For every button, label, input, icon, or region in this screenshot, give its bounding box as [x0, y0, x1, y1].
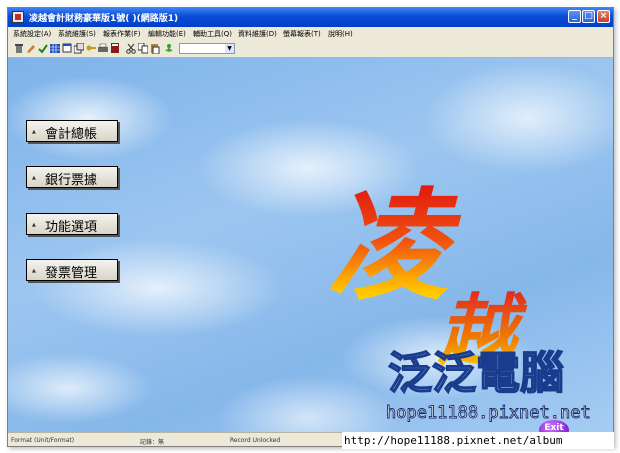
invoice-management-button[interactable]: ▲ 發票管理 — [26, 259, 118, 281]
menu-system-maintenance[interactable]: 系統維護(S) — [58, 29, 96, 39]
exit-label: Exit — [544, 423, 564, 432]
minimize-button[interactable]: _ — [568, 10, 581, 23]
bullet-icon: ▲ — [32, 129, 36, 135]
general-ledger-label: 會計總帳 — [45, 127, 98, 142]
menu-data-maintenance[interactable]: 資料維護(D) — [238, 29, 277, 39]
calculator-icon[interactable] — [110, 43, 120, 54]
run-icon[interactable] — [164, 43, 174, 54]
menu-edit-functions[interactable]: 編輯功能(E) — [148, 29, 186, 39]
brand-name: 泛泛電腦 — [388, 348, 564, 399]
watermark-url: http://hope11188.pixnet.net/album — [342, 432, 614, 449]
main-area: ▲ 會計總帳 ▲ 銀行票據 ▲ 功能選項 ▲ 發票管理 凌 越 泛泛電腦 hop… — [8, 58, 613, 432]
edit-icon[interactable] — [26, 43, 36, 54]
chevron-down-icon[interactable]: ▼ — [225, 44, 234, 53]
status-lock: Record Unlocked — [230, 437, 281, 444]
menu-system-settings[interactable]: 系統設定(A) — [13, 29, 51, 39]
menu-assist-tools[interactable]: 輔助工具(Q) — [193, 29, 232, 39]
bank-notes-button[interactable]: ▲ 銀行票據 — [26, 166, 118, 188]
title-bar[interactable]: 凌越會計財務豪華版1號( )(網路版1) _ □ × — [8, 8, 613, 27]
menu-screen-reports[interactable]: 螢幕報表(T) — [283, 29, 321, 39]
window-icon[interactable] — [62, 43, 72, 54]
app-window: 凌越會計財務豪華版1號( )(網路版1) _ □ × 系統設定(A) 系統維護(… — [7, 7, 614, 447]
copy-window-icon[interactable] — [74, 43, 84, 54]
bullet-icon: ▲ — [32, 268, 36, 274]
toolbar-dropdown[interactable]: ▼ — [179, 43, 235, 54]
bank-notes-label: 銀行票據 — [45, 173, 98, 188]
copy-icon[interactable] — [138, 43, 148, 54]
invoice-management-label: 發票管理 — [45, 266, 98, 281]
window-title: 凌越會計財務豪華版1號( )(網路版1) — [29, 14, 179, 24]
paste-icon[interactable] — [150, 43, 160, 54]
print-icon[interactable] — [98, 43, 108, 54]
menu-help[interactable]: 說明(H) — [328, 29, 353, 39]
key-icon[interactable] — [86, 43, 96, 54]
bullet-icon: ▲ — [32, 222, 36, 228]
status-record: 記錄：無 — [140, 439, 165, 446]
toolbar: ▼ — [8, 41, 613, 58]
function-options-button[interactable]: ▲ 功能選項 — [26, 213, 118, 235]
spellcheck-icon[interactable] — [38, 43, 48, 54]
brand-logo: 凌 越 泛泛電腦 hope11188.pixnet.net — [328, 176, 591, 423]
general-ledger-button[interactable]: ▲ 會計總帳 — [26, 120, 118, 142]
app-icon[interactable] — [12, 11, 24, 23]
function-options-label: 功能選項 — [45, 220, 98, 235]
close-button[interactable]: × — [597, 10, 610, 23]
bullet-icon: ▲ — [32, 175, 36, 181]
status-format: Format (Unit/Format) — [11, 437, 75, 444]
grid-icon[interactable] — [50, 43, 60, 54]
cut-icon[interactable] — [126, 43, 136, 54]
menu-report-operations[interactable]: 報表作業(F) — [103, 29, 141, 39]
trash-icon[interactable] — [14, 43, 24, 54]
menu-bar: 系統設定(A) 系統維護(S) 報表作業(F) 編輯功能(E) 輔助工具(Q) … — [8, 27, 613, 41]
maximize-button[interactable]: □ — [582, 10, 595, 23]
